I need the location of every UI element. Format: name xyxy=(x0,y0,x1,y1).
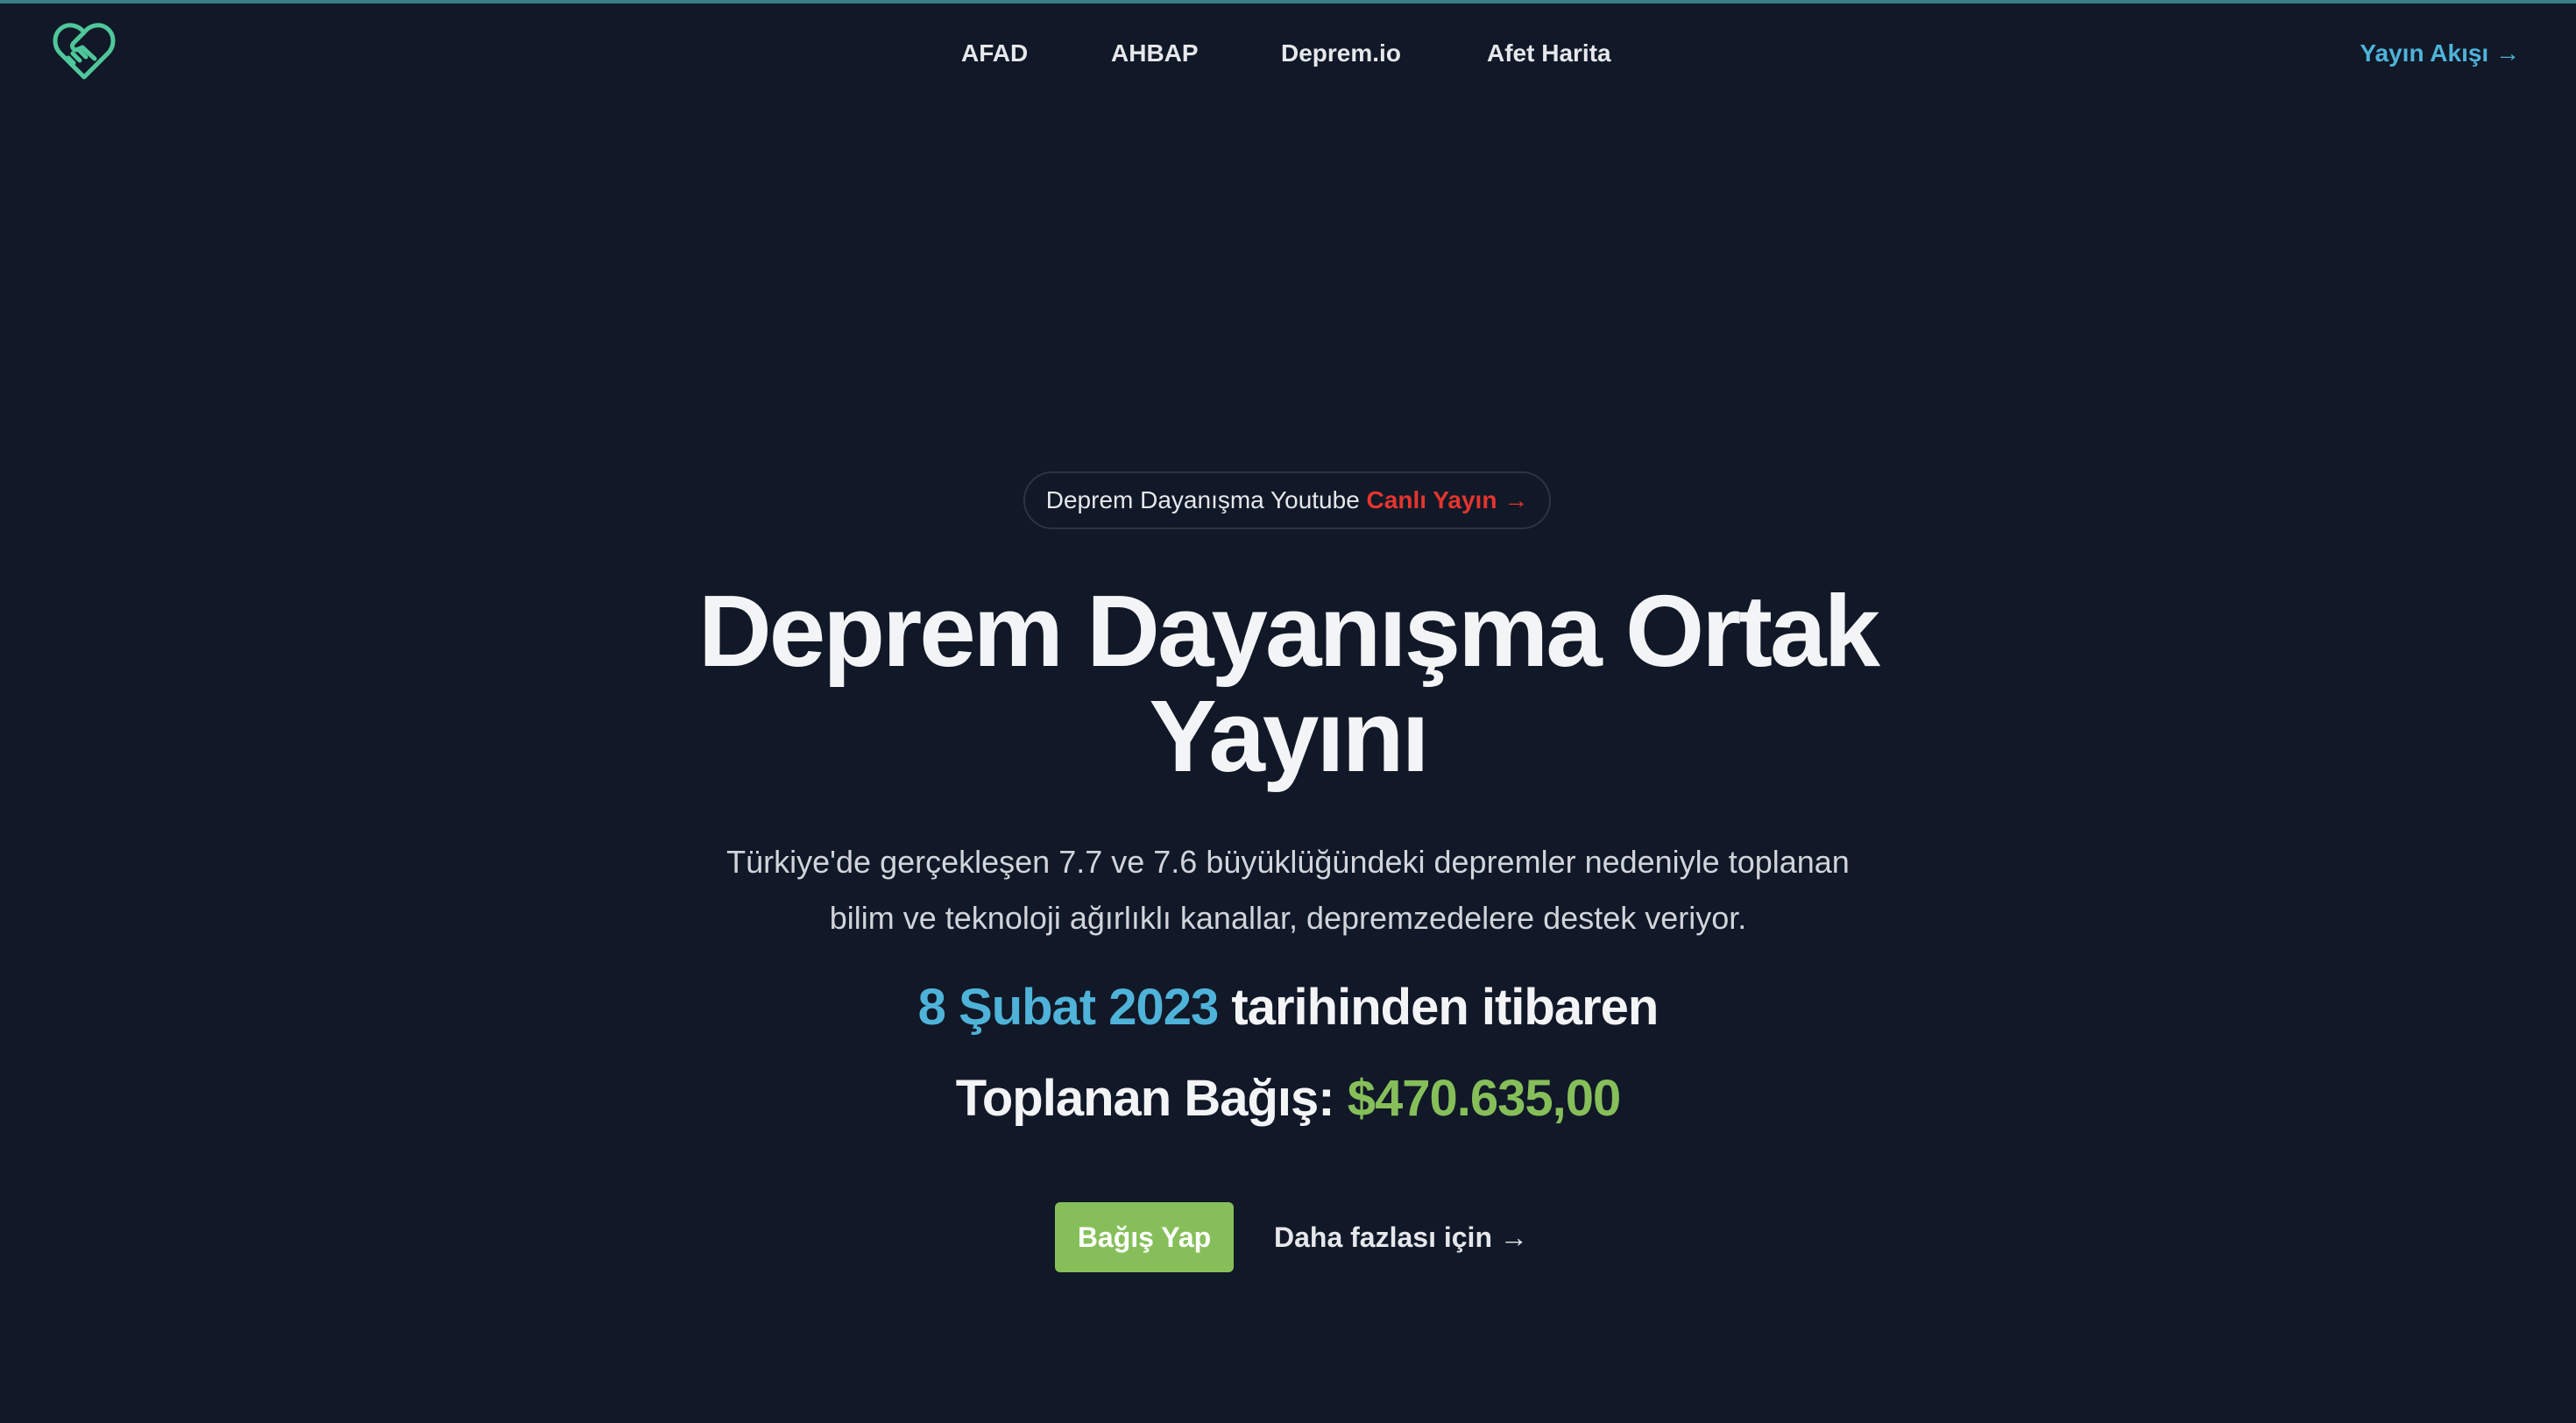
nav-link-deprem-io[interactable]: Deprem.io xyxy=(1281,32,1401,75)
nav-link-ahbap[interactable]: AHBAP xyxy=(1111,32,1199,75)
donation-total-amount: $470.635,00 xyxy=(1347,1070,1622,1127)
page-title-line-2: Yayını xyxy=(1149,679,1429,793)
stream-schedule-link[interactable]: Yayın Akışı → xyxy=(2360,32,2520,75)
page-title: Deprem Dayanışma Ortak Yayını xyxy=(0,578,2576,789)
since-text: tarihinden itibaren xyxy=(1231,979,1659,1036)
hero-description: Türkiye'de gerçekleşen 7.7 ve 7.6 büyükl… xyxy=(675,834,1901,946)
top-accent-strip xyxy=(0,0,2576,4)
donation-total: Toplanan Bağış: $470.635,00 xyxy=(0,1064,2576,1134)
youtube-live-pill[interactable]: Deprem Dayanışma Youtube Canlı Yayın → xyxy=(1023,471,1551,529)
more-info-link[interactable]: Daha fazlası için → xyxy=(1274,1202,1528,1272)
pill-text: Deprem Dayanışma Youtube xyxy=(1045,486,1360,513)
page: AFAD AHBAP Deprem.io Afet Harita Yayın A… xyxy=(0,0,2576,1423)
donation-total-label: Toplanan Bağış: xyxy=(955,1070,1335,1127)
since-date: 8 Şubat 2023 xyxy=(917,979,1220,1036)
description-line-2: bilim ve teknoloji ağırlıklı kanallar, d… xyxy=(829,900,1747,936)
since-date-heading: 8 Şubat 2023 tarihinden itibaren xyxy=(0,973,2576,1043)
page-title-line-1: Deprem Dayanışma Ortak xyxy=(698,574,1880,688)
description-line-1: Türkiye'de gerçekleşen 7.7 ve 7.6 büyükl… xyxy=(726,844,1850,880)
live-stream-link[interactable]: Canlı Yayın → xyxy=(1367,486,1529,513)
top-navigation: AFAD AHBAP Deprem.io Afet Harita xyxy=(0,32,2576,75)
nav-link-afet-harita[interactable]: Afet Harita xyxy=(1487,32,1611,75)
donate-button[interactable]: Bağış Yap xyxy=(1055,1202,1234,1272)
nav-link-afad[interactable]: AFAD xyxy=(961,32,1028,75)
